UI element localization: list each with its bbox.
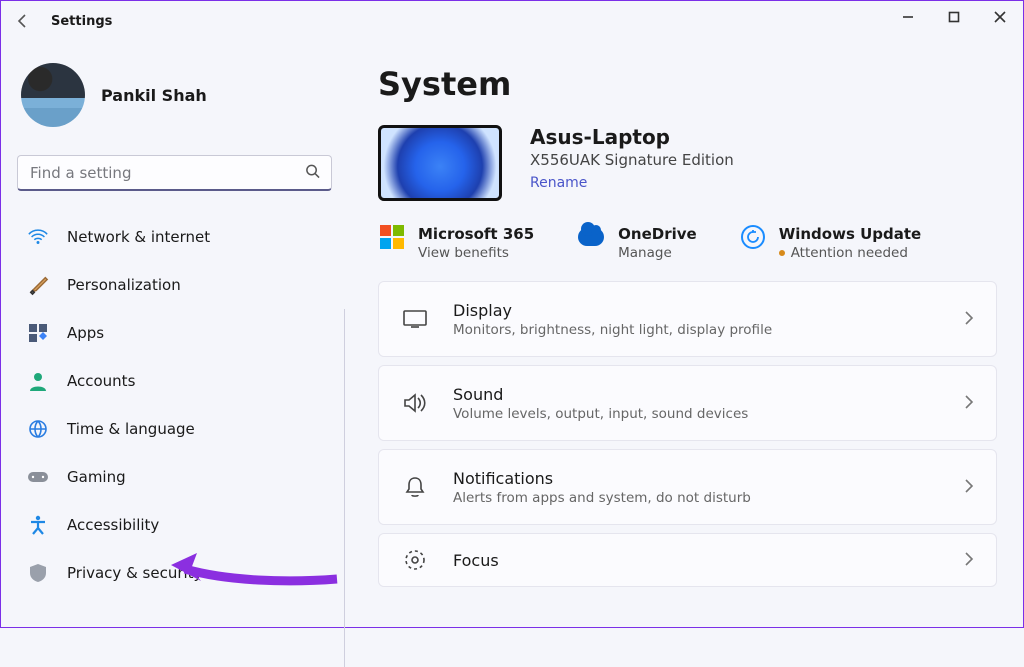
sidebar-item-time-language[interactable]: Time & language [17,407,332,451]
user-block[interactable]: Pankil Shah [21,63,332,127]
sidebar-item-personalization[interactable]: Personalization [17,263,332,307]
card-subtitle: Monitors, brightness, night light, displ… [453,322,772,338]
sidebar-item-accessibility[interactable]: Accessibility [17,503,332,547]
person-icon [27,370,49,392]
card-focus[interactable]: Focus [378,533,997,587]
service-subtitle: Attention needed [779,245,922,261]
card-notifications[interactable]: Notifications Alerts from apps and syste… [378,449,997,525]
sidebar-nav: Network & internet Personalization Apps … [17,215,332,595]
back-button[interactable] [15,13,31,29]
card-title: Display [453,301,772,320]
device-thumbnail [378,125,502,201]
sidebar-item-label: Personalization [67,276,181,294]
chevron-right-icon [964,394,974,413]
sidebar-item-label: Accessibility [67,516,159,534]
minimize-button[interactable] [885,1,931,33]
window-title: Settings [51,14,112,29]
rename-link[interactable]: Rename [530,175,587,191]
status-dot-icon [779,250,785,256]
display-icon [401,310,429,328]
service-onedrive[interactable]: OneDrive Manage [578,225,697,261]
windows-update-icon [741,225,765,249]
card-title: Focus [453,551,499,570]
sound-icon [401,393,429,413]
service-title: Windows Update [779,225,922,243]
bell-icon [401,476,429,498]
gamepad-icon [27,466,49,488]
service-title: OneDrive [618,225,697,243]
service-subtitle: Manage [618,245,697,261]
onedrive-icon [578,228,604,246]
device-name: Asus-Laptop [530,125,734,149]
chevron-right-icon [964,478,974,497]
service-subtitle: View benefits [418,245,534,261]
microsoft-365-icon [380,225,404,249]
sidebar-item-label: Time & language [67,420,195,438]
sidebar-item-label: Apps [67,324,104,342]
sidebar-item-apps[interactable]: Apps [17,311,332,355]
card-sound[interactable]: Sound Volume levels, output, input, soun… [378,365,997,441]
service-ms365[interactable]: Microsoft 365 View benefits [380,225,534,261]
wifi-icon [27,226,49,248]
chevron-right-icon [964,551,974,570]
close-button[interactable] [977,1,1023,33]
chevron-right-icon [964,310,974,329]
sidebar-item-privacy[interactable]: Privacy & security [17,551,332,595]
sidebar-item-label: Network & internet [67,228,210,246]
service-title: Microsoft 365 [418,225,534,243]
card-subtitle: Alerts from apps and system, do not dist… [453,490,751,506]
apps-icon [27,322,49,344]
card-subtitle: Volume levels, output, input, sound devi… [453,406,748,422]
card-display[interactable]: Display Monitors, brightness, night ligh… [378,281,997,357]
search-input[interactable] [17,155,332,191]
sidebar-item-label: Gaming [67,468,126,486]
shield-icon [27,562,49,584]
card-title: Notifications [453,469,751,488]
card-title: Sound [453,385,748,404]
sidebar-item-accounts[interactable]: Accounts [17,359,332,403]
sidebar-item-label: Accounts [67,372,135,390]
device-model: X556UAK Signature Edition [530,151,734,169]
search-icon [305,164,320,183]
user-avatar [21,63,85,127]
maximize-button[interactable] [931,1,977,33]
sidebar-item-label: Privacy & security [67,564,202,582]
sidebar-item-network[interactable]: Network & internet [17,215,332,259]
accessibility-icon [27,514,49,536]
focus-icon [401,549,429,571]
service-windows-update[interactable]: Windows Update Attention needed [741,225,922,261]
page-title: System [378,65,997,103]
sidebar-item-gaming[interactable]: Gaming [17,455,332,499]
paintbrush-icon [27,274,49,296]
user-name: Pankil Shah [101,86,207,105]
globe-clock-icon [27,418,49,440]
